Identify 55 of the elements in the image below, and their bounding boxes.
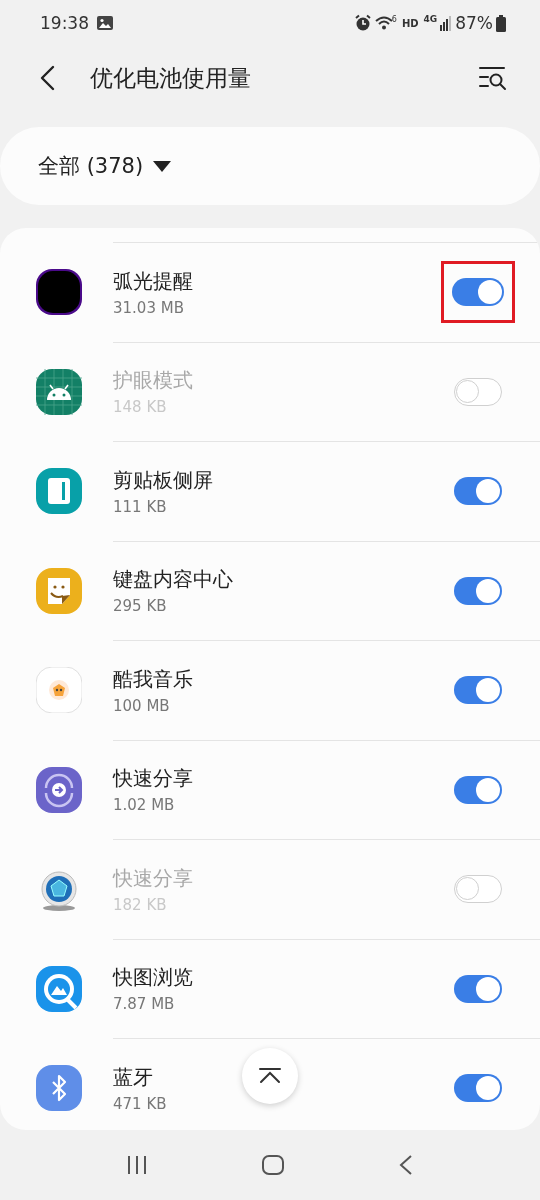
chevron-up-icon: [257, 1067, 283, 1085]
toggle-switch[interactable]: [454, 1074, 502, 1103]
page-title: 优化电池使用量: [90, 63, 252, 93]
back-icon: [38, 64, 56, 92]
home-icon: [261, 1154, 285, 1176]
robot-icon: [36, 368, 82, 415]
app-name: 快图浏览: [113, 964, 193, 992]
app-size: 7.87 MB: [113, 995, 175, 1014]
app-name: 剪贴板侧屏: [113, 466, 213, 494]
ring-icon: [36, 269, 82, 315]
photo-magnifier-icon: [36, 965, 82, 1012]
toggle-switch[interactable]: [454, 974, 502, 1003]
battery-icon: [496, 14, 506, 32]
dropdown-arrow-icon: [153, 160, 172, 172]
network-label: 4G: [423, 14, 438, 24]
app-row[interactable]: 酷我音乐 100 MB: [113, 640, 540, 740]
app-name: 快速分享: [113, 765, 193, 793]
toggle-switch[interactable]: [454, 477, 502, 506]
wifi-icon: [374, 15, 393, 31]
app-name: 键盘内容中心: [113, 566, 233, 594]
app-size: 111 KB: [113, 497, 167, 516]
app-row[interactable]: 剪贴板侧屏 111 KB: [113, 441, 540, 541]
image-icon: [97, 16, 113, 30]
app-row[interactable]: 快图浏览 7.87 MB: [113, 938, 540, 1038]
app-name: 蓝牙: [113, 1063, 153, 1091]
smiley-sticker-icon: [36, 567, 82, 614]
recent-apps-icon: [126, 1155, 149, 1175]
toggle-switch[interactable]: [454, 775, 502, 804]
app-size: 295 KB: [113, 597, 167, 616]
toggle-switch[interactable]: [454, 676, 502, 705]
alarm-icon: [353, 14, 372, 32]
app-name: 护眼模式: [113, 367, 193, 395]
bluetooth-icon: [36, 1065, 82, 1111]
app-size: 471 KB: [113, 1094, 167, 1113]
toggle-switch[interactable]: [452, 278, 504, 307]
app-row[interactable]: 弧光提醒 31.03 MB: [113, 242, 540, 342]
back-icon: [397, 1154, 414, 1176]
app-row[interactable]: 快速分享 1.02 MB: [113, 739, 540, 839]
app-size: 31.03 MB: [113, 298, 184, 317]
app-size: 100 MB: [113, 696, 170, 715]
app-name: 快速分享: [113, 864, 193, 892]
wifi-band-label: 6: [391, 14, 397, 24]
app-name: 酷我音乐: [113, 665, 193, 693]
toggle-switch[interactable]: [454, 576, 502, 605]
signal-icon: [440, 15, 453, 31]
music-app-icon: [36, 667, 82, 713]
clock-time: 19:38: [40, 13, 89, 33]
search-list-icon: [478, 65, 508, 91]
app-name: 弧光提醒: [113, 267, 193, 295]
app-row[interactable]: 键盘内容中心 295 KB: [113, 540, 540, 640]
hd-label: HD: [401, 17, 419, 29]
category-dropdown[interactable]: 全部 (378): [0, 127, 540, 205]
app-size: 1.02 MB: [113, 796, 175, 815]
panel-icon: [36, 468, 82, 514]
battery-percent: 87%: [455, 13, 493, 33]
